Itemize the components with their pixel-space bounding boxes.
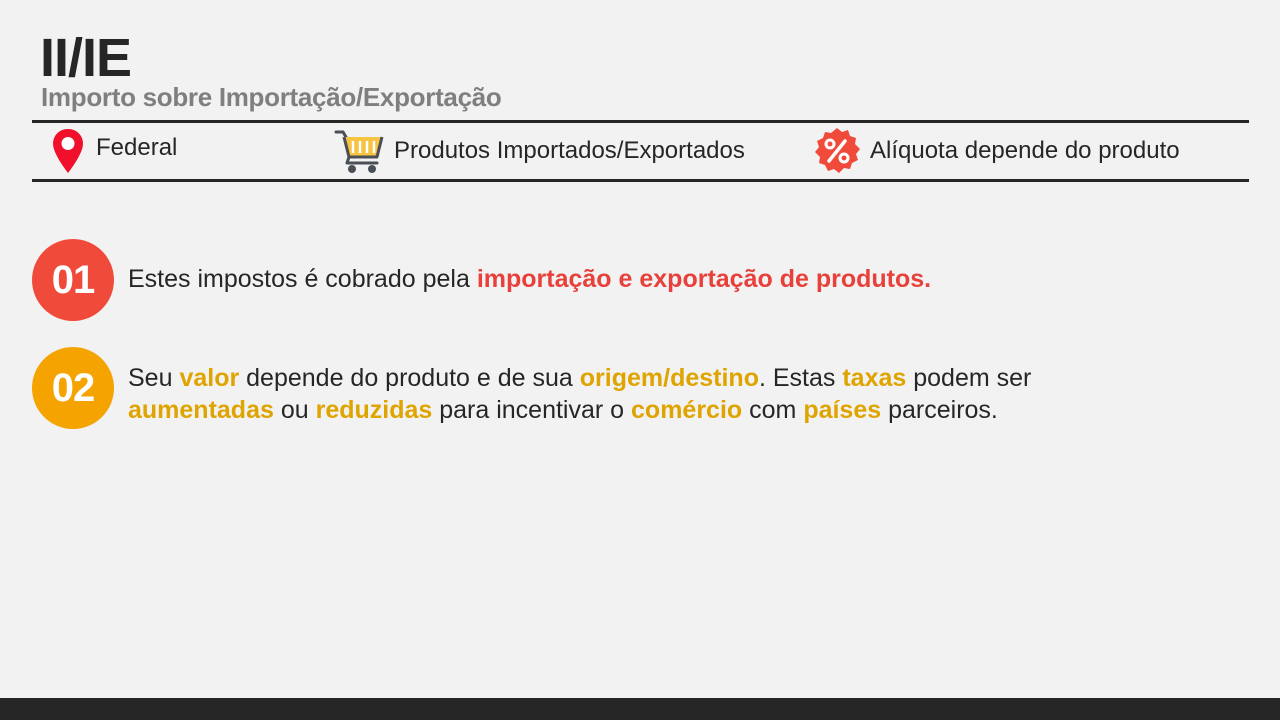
- bottom-divider: [32, 179, 1249, 182]
- point-text: podem ser: [906, 364, 1032, 392]
- percent-badge-icon: [812, 126, 862, 176]
- point-text: ou: [273, 396, 316, 424]
- point-text: com: [742, 396, 804, 424]
- highlight-text: aumentadas: [128, 396, 274, 424]
- point-text: parceiros.: [881, 396, 998, 424]
- point-text: depende do produto e de sua: [239, 364, 580, 392]
- point-item-02: 02 Seu valor depende do produto e de sua…: [32, 347, 1158, 429]
- number-badge-02: 02: [32, 347, 114, 429]
- map-pin-icon: [50, 127, 86, 175]
- shopping-cart-icon: [334, 127, 386, 175]
- highlight-text: reduzidas: [315, 396, 433, 424]
- point-text: Estes impostos é cobrado pela: [128, 265, 477, 293]
- products-label: Produtos Importados/Exportados: [394, 137, 745, 164]
- info-products: Produtos Importados/Exportados: [334, 124, 745, 178]
- rate-label: Alíquota depende do produto: [870, 137, 1180, 164]
- highlight-text: comércio: [631, 396, 743, 424]
- info-rate: Alíquota depende do produto: [812, 124, 1180, 178]
- page-title: II/IE: [40, 28, 132, 88]
- location-label: Federal: [96, 134, 178, 161]
- number-badge-01: 01: [32, 239, 114, 321]
- point-text-01: Estes impostos é cobrado pela importação…: [128, 263, 1158, 295]
- highlight-text: valor: [179, 364, 240, 392]
- point-item-01: 01 Estes impostos é cobrado pela importa…: [32, 239, 1158, 321]
- point-text: para incentivar o: [432, 396, 632, 424]
- highlight-text: importação e exportação de produtos.: [476, 265, 932, 293]
- page-subtitle: Importo sobre Importação/Exportação: [41, 82, 502, 112]
- footer-bar: [0, 698, 1280, 720]
- highlight-text: origem/destino: [579, 364, 759, 392]
- point-text-02: Seu valor depende do produto e de sua or…: [128, 362, 1158, 426]
- highlight-text: países: [803, 396, 882, 424]
- top-divider: [32, 120, 1249, 123]
- point-text: . Estas: [758, 364, 843, 392]
- point-text: Seu: [128, 364, 180, 392]
- info-location: Federal: [50, 124, 177, 178]
- highlight-text: taxas: [842, 364, 907, 392]
